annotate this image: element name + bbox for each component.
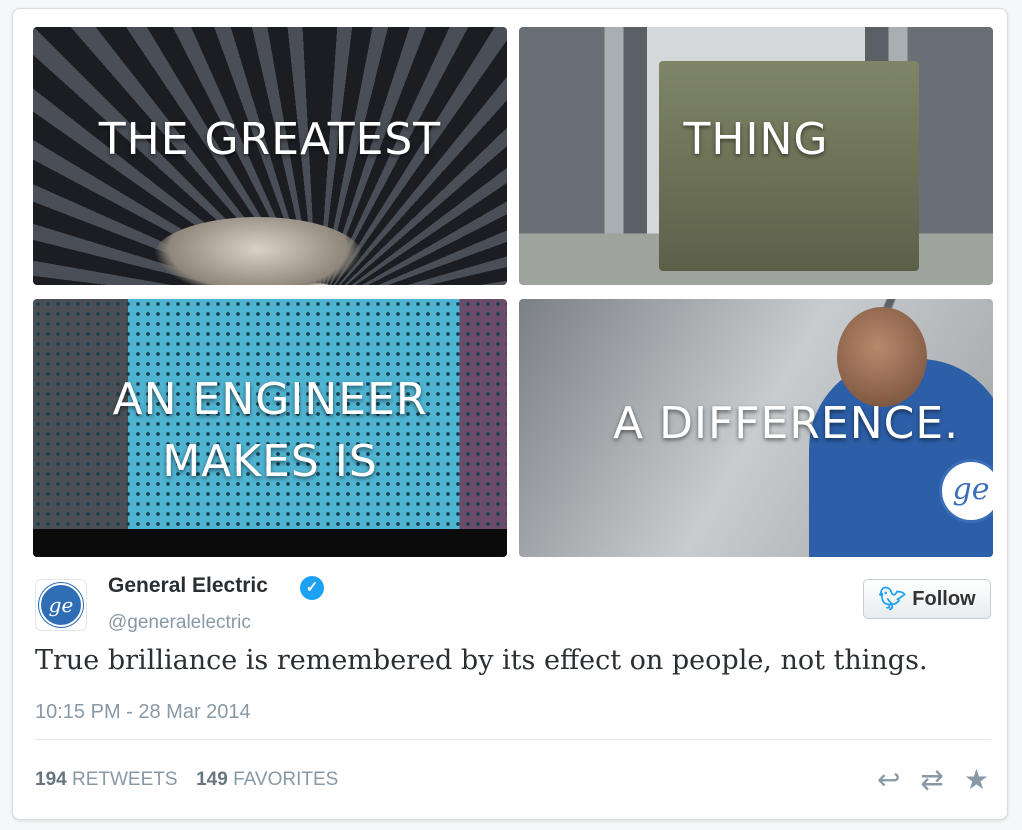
image-tile-machine[interactable]: THING — [519, 27, 993, 285]
tweet-stats: 194 RETWEETS 149 FAVORITES — [35, 769, 338, 791]
tweet-text: True brilliance is remembered by its eff… — [35, 645, 928, 676]
image-tile-worker[interactable]: ge A DIFFERENCE. — [519, 299, 993, 557]
tile-caption: A DIFFERENCE. — [613, 398, 960, 449]
image-tile-toolboard[interactable]: AN ENGINEER MAKES IS — [33, 299, 507, 557]
favorites-count[interactable]: 149 — [196, 769, 228, 790]
avatar[interactable]: ge — [35, 579, 87, 631]
favorites-label[interactable]: FAVORITES — [233, 769, 338, 790]
twitter-bird-icon: 🐦︎ — [878, 586, 907, 611]
tweet-card: THE GREATEST THING AN ENGINEER MAKES IS … — [12, 8, 1008, 820]
tile-caption: THING — [683, 114, 829, 165]
retweet-icon[interactable]: ⇄ — [920, 765, 943, 795]
user-handle[interactable]: @generalelectric — [108, 612, 251, 634]
reply-icon[interactable]: ↩ — [877, 765, 900, 795]
tile-caption: THE GREATEST — [98, 114, 442, 165]
ge-logo-icon: ge — [39, 583, 83, 627]
retweets-label[interactable]: RETWEETS — [72, 769, 178, 790]
divider — [35, 739, 991, 740]
retweets-count[interactable]: 194 — [35, 769, 67, 790]
user-name[interactable]: General Electric — [108, 574, 268, 598]
image-tile-engine[interactable]: THE GREATEST — [33, 27, 507, 285]
tile-caption: AN ENGINEER — [112, 374, 428, 425]
verified-icon: ✓ — [300, 576, 324, 600]
tweet-timestamp[interactable]: 10:15 PM - 28 Mar 2014 — [35, 701, 251, 724]
worker-head — [837, 307, 927, 407]
tweet-actions: ↩ ⇄ ★ — [877, 765, 989, 795]
tile-caption: MAKES IS — [162, 436, 378, 487]
star-icon[interactable]: ★ — [964, 765, 989, 795]
follow-button[interactable]: 🐦︎ Follow — [863, 579, 991, 619]
follow-label: Follow — [912, 587, 976, 610]
